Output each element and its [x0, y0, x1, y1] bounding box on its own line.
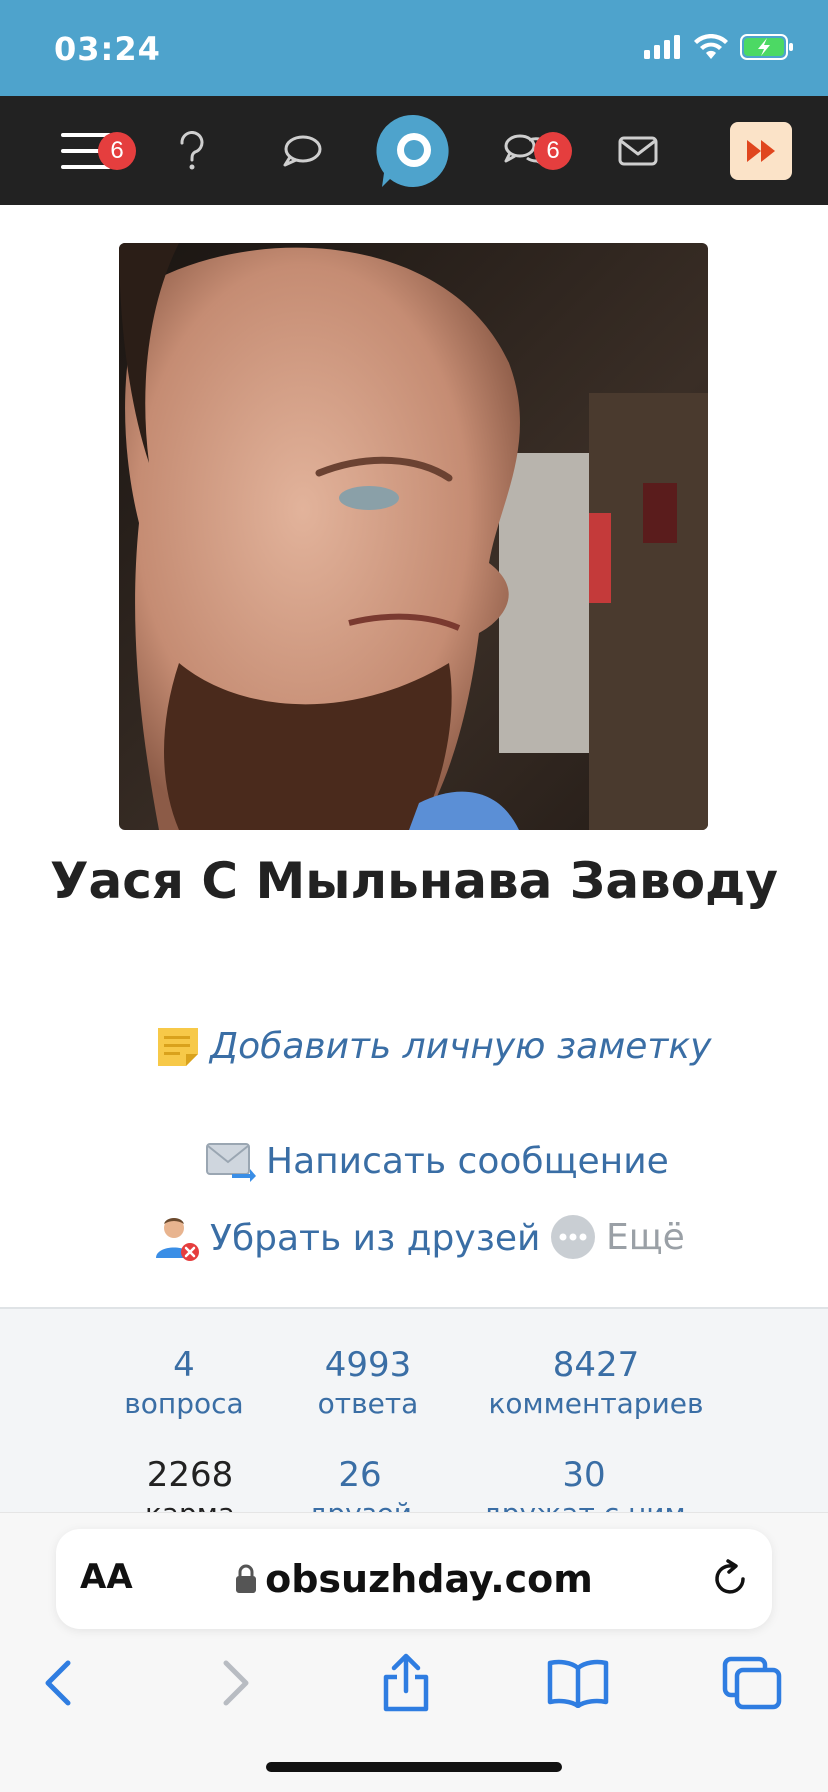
- menu-badge: 6: [98, 132, 136, 170]
- stat-followers[interactable]: 30 дружат с ним: [476, 1455, 692, 1514]
- stat-answers[interactable]: 4993 ответа: [298, 1345, 438, 1420]
- stat-questions[interactable]: 4 вопроса: [114, 1345, 254, 1420]
- bookmarks-button[interactable]: [538, 1643, 618, 1723]
- forward-button[interactable]: [196, 1643, 276, 1723]
- more-label: Ещё: [606, 1216, 685, 1258]
- book-icon: [547, 1659, 609, 1708]
- stat-comments-value: 8427: [552, 1345, 640, 1385]
- wifi-icon: [694, 34, 728, 59]
- send-message-link[interactable]: Написать сообщение: [206, 1140, 669, 1182]
- signal-icon: [644, 35, 680, 59]
- logo-icon: [376, 114, 449, 187]
- more-link[interactable]: Ещё: [550, 1214, 685, 1260]
- battery-charging-icon: [740, 34, 793, 60]
- chevron-left-icon: [45, 1660, 71, 1706]
- add-note-label: Добавить личную заметку: [210, 1025, 712, 1067]
- sticky-note-icon: [158, 1028, 198, 1066]
- url-text: obsuzhday.com: [265, 1557, 593, 1601]
- stat-answers-label: ответа: [317, 1387, 419, 1420]
- share-button[interactable]: [366, 1643, 446, 1723]
- profile-name: Уася С Мыльнава Заводу: [49, 852, 779, 910]
- home-indicator: [266, 1762, 562, 1772]
- stat-friends[interactable]: 26 друзей: [290, 1455, 430, 1514]
- stat-followers-value: 30: [562, 1455, 606, 1495]
- stat-comments[interactable]: 8427 комментариев: [476, 1345, 716, 1420]
- fast-forward-icon: [730, 121, 792, 180]
- comments-button[interactable]: [270, 96, 334, 205]
- profile-photo: [119, 243, 708, 830]
- stats-panel: 4 вопроса 4993 ответа 8427 комментариев …: [0, 1309, 828, 1514]
- browser-chrome: AA obsuzhday.com: [0, 1512, 828, 1792]
- lock-icon: [236, 1564, 257, 1593]
- send-message-label: Написать сообщение: [266, 1140, 669, 1182]
- chats-badge: 6: [534, 132, 572, 170]
- status-bar: 03:24: [0, 0, 828, 96]
- stat-karma: 2268 карма: [120, 1455, 260, 1514]
- question-icon: [180, 130, 204, 169]
- status-time: 03:24: [54, 30, 161, 68]
- remove-friend-link[interactable]: Убрать из друзей: [154, 1214, 540, 1262]
- stat-questions-label: вопроса: [124, 1387, 244, 1420]
- more-dots-icon: [551, 1215, 595, 1259]
- stat-karma-value: 2268: [146, 1455, 234, 1495]
- remove-friend-icon: [156, 1218, 199, 1261]
- stat-comments-label: комментариев: [488, 1387, 704, 1420]
- tabs-button[interactable]: [712, 1643, 792, 1723]
- fast-forward-button[interactable]: [730, 96, 792, 205]
- site-logo[interactable]: [376, 96, 452, 205]
- help-button[interactable]: [160, 96, 224, 205]
- profile-photo-image: [119, 243, 708, 830]
- add-note-link[interactable]: Добавить личную заметку: [156, 1024, 711, 1068]
- share-icon: [383, 1653, 429, 1712]
- app-root: 03:24 6 6 Уася С Мыльнава Заводу Добавит…: [0, 0, 828, 1792]
- speech-bubble-icon: [283, 135, 322, 166]
- address-bar[interactable]: AA obsuzhday.com: [56, 1529, 772, 1629]
- mail-button[interactable]: [604, 96, 672, 205]
- chats-button[interactable]: 6: [476, 96, 576, 205]
- site-nav-bar: 6 6: [0, 96, 828, 205]
- stat-friends-value: 26: [338, 1455, 382, 1495]
- remove-friend-label: Убрать из друзей: [210, 1217, 541, 1259]
- stat-answers-value: 4993: [324, 1345, 412, 1385]
- status-icons: [644, 34, 794, 60]
- url-display[interactable]: obsuzhday.com: [56, 1557, 772, 1601]
- envelope-icon: [618, 136, 658, 165]
- back-button[interactable]: [18, 1643, 98, 1723]
- reload-icon[interactable]: [710, 1559, 750, 1599]
- mail-send-icon: [206, 1143, 256, 1182]
- tabs-icon: [722, 1656, 782, 1710]
- chevron-right-icon: [223, 1660, 249, 1706]
- menu-button[interactable]: 6: [36, 96, 136, 205]
- stat-questions-value: 4: [173, 1345, 195, 1385]
